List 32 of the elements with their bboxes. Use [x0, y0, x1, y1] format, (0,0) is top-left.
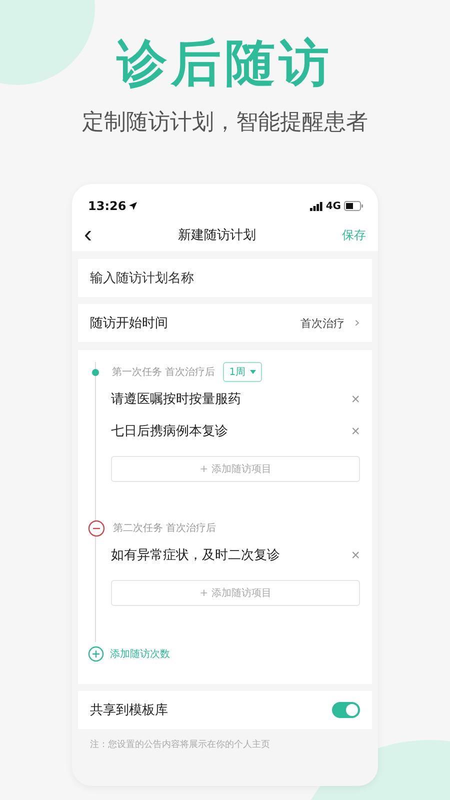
- plus-circle-icon: [88, 646, 104, 662]
- remove-icon[interactable]: [88, 520, 105, 536]
- status-time: 13:26: [88, 199, 126, 213]
- start-time-label: 随访开始时间: [90, 315, 168, 332]
- note-text: 注：您设置的公告内容将展示在你的个人主页: [90, 738, 271, 751]
- task-title: 第一次任务 首次治疗后: [112, 366, 216, 379]
- plan-name-field[interactable]: 输入随访计划名称: [78, 259, 372, 297]
- network-label: 4G: [326, 200, 341, 212]
- follow-up-item: 请遵医嘱按时按量服药: [111, 391, 241, 408]
- signal-icon: [310, 202, 323, 210]
- start-time-select[interactable]: 首次治疗 ›: [300, 315, 360, 331]
- follow-up-item: 如有异常症状，及时二次复诊: [111, 547, 280, 564]
- add-item-button[interactable]: + 添加随访项目: [111, 456, 360, 482]
- save-button[interactable]: 保存: [342, 226, 366, 244]
- battery-icon: [344, 201, 364, 211]
- share-label: 共享到模板库: [90, 702, 168, 719]
- page-title: 新建随访计划: [178, 227, 256, 244]
- task-title: 第二次任务 首次治疗后: [113, 522, 216, 535]
- close-button[interactable]: ×: [351, 546, 360, 564]
- close-button[interactable]: ×: [351, 390, 360, 408]
- location-arrow-icon: [129, 202, 138, 210]
- add-item-button[interactable]: + 添加随访项目: [111, 580, 360, 606]
- share-toggle[interactable]: [332, 702, 360, 718]
- timeline-dot: [92, 368, 99, 376]
- hero-subtitle: 定制随访计划，智能提醒患者: [82, 109, 368, 137]
- caret-icon: [250, 370, 256, 374]
- hero-title: 诊后随访: [117, 33, 333, 94]
- back-button[interactable]: ‹: [84, 223, 92, 247]
- follow-up-item: 七日后携病例本复诊: [111, 423, 228, 440]
- interval-dropdown[interactable]: 1周: [223, 362, 262, 382]
- close-button[interactable]: ×: [351, 422, 360, 440]
- add-task-button[interactable]: 添加随访次数: [88, 646, 360, 662]
